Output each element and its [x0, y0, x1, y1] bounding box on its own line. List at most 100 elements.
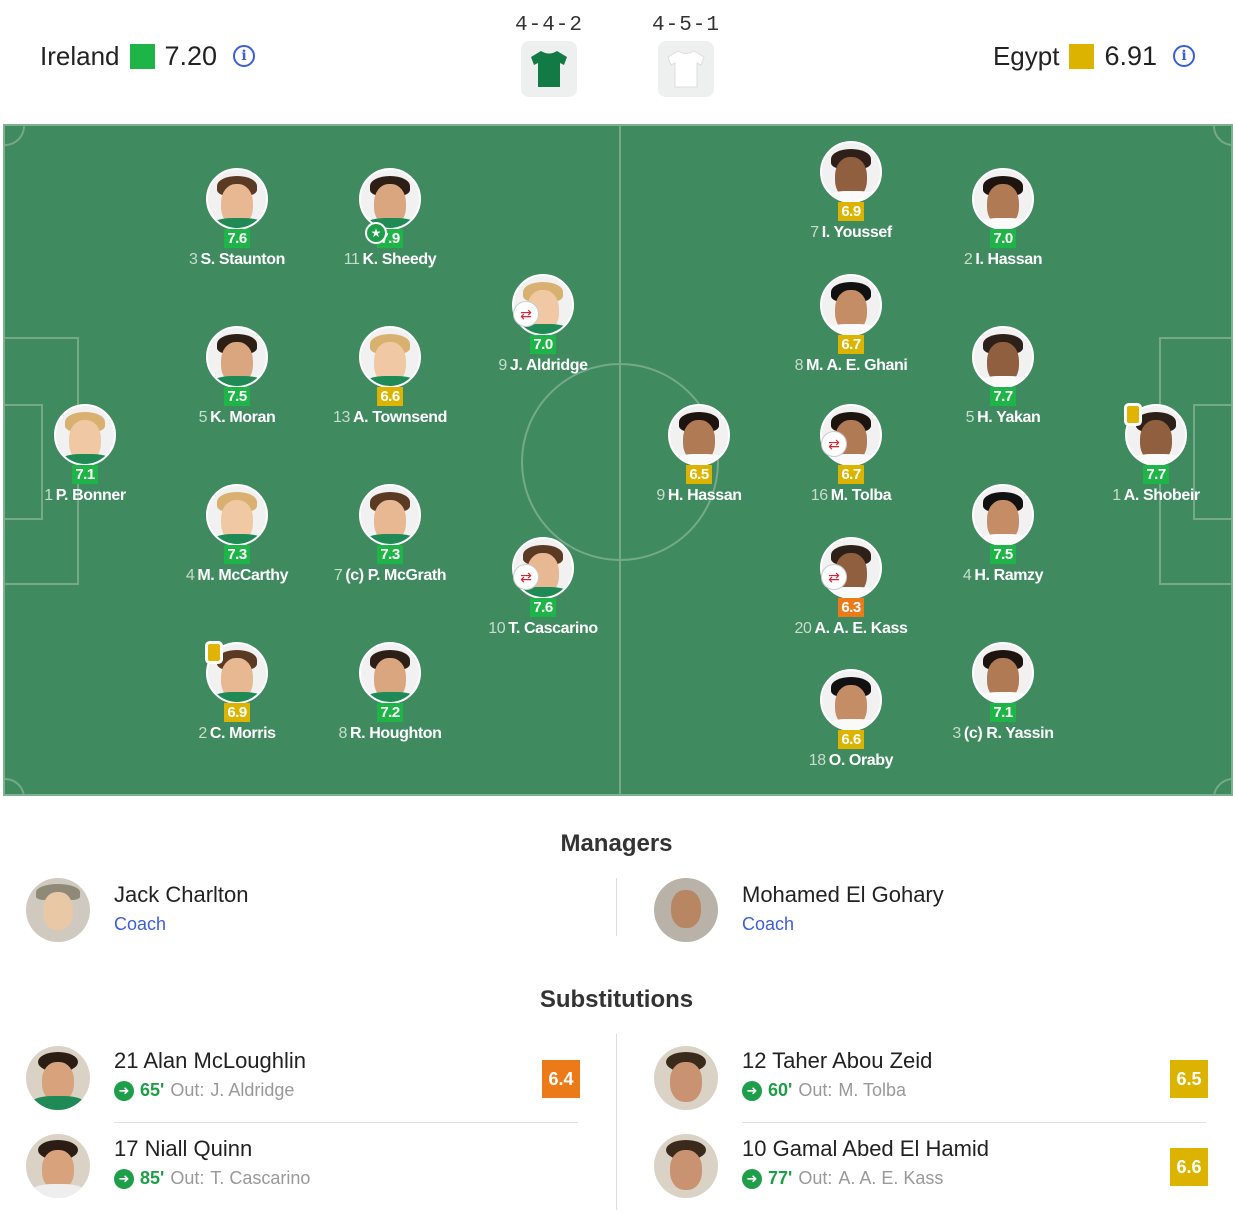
player-morris[interactable]: 6.9 2 C. Morris	[162, 642, 312, 743]
arrow-right-icon: ➜	[742, 1168, 762, 1189]
player-tolba[interactable]: ⇄ 6.7 16 M. Tolba	[776, 404, 926, 505]
player-ghani[interactable]: 6.7 8 M. A. E. Ghani	[776, 274, 926, 375]
avatar	[26, 1046, 90, 1110]
away-formation: 4-5-1	[646, 14, 726, 97]
away-rating-square	[1069, 43, 1095, 69]
manager-role: Coach	[742, 914, 795, 934]
sub-player-name: 12 Taher Abou Zeid	[742, 1048, 933, 1073]
home-shirt-icon	[521, 41, 577, 97]
player-rating: 7.6	[530, 598, 556, 617]
player-name-text: I. Youssef	[821, 224, 893, 241]
player-ihassan[interactable]: 7.0 2 I. Hassan	[928, 168, 1078, 269]
player-name: 5 H. Yakan	[928, 408, 1078, 427]
player-number: 18	[808, 752, 826, 769]
player-staunton[interactable]: 7.6 3 S. Staunton	[162, 168, 312, 269]
avatar	[206, 168, 268, 230]
player-cascarino[interactable]: ⇄ 7.6 10 T. Cascarino	[468, 537, 618, 638]
player-number: 8	[338, 725, 347, 742]
player-name: 8 R. Houghton	[315, 724, 465, 743]
player-name: 13 A. Townsend	[315, 408, 465, 427]
player-kass[interactable]: ⇄ 6.3 20 A. A. E. Kass	[776, 537, 926, 638]
away-shirt-icon	[658, 41, 714, 97]
player-mccarthy[interactable]: 7.3 4 M. McCarthy	[162, 484, 312, 585]
sub-row[interactable]: 12 Taher Abou Zeid ➜ 60' Out: M. Tolba 6…	[654, 1046, 1210, 1112]
player-rating: 6.9	[224, 703, 250, 722]
sub-out-player: M. Tolba	[838, 1080, 907, 1100]
player-ramzy[interactable]: 7.5 4 H. Ramzy	[928, 484, 1078, 585]
home-manager[interactable]: Jack Charlton Coach	[26, 878, 249, 942]
avatar	[972, 642, 1034, 704]
home-rating-square	[129, 43, 155, 69]
home-team-name: Ireland	[40, 40, 120, 71]
player-number: 4	[185, 567, 195, 584]
divider	[114, 1122, 578, 1123]
player-number: 4	[962, 567, 972, 584]
manager-name: Jack Charlton	[114, 882, 249, 907]
player-name-text: T. Cascarino	[508, 620, 598, 637]
player-name: 16 M. Tolba	[776, 486, 926, 505]
player-shobeir[interactable]: 7.7 1 A. Shobeir	[1081, 404, 1231, 505]
sub-row[interactable]: 21 Alan McLoughlin ➜ 65' Out: J. Aldridg…	[26, 1046, 582, 1112]
sub-out-player: A. A. E. Kass	[838, 1168, 944, 1188]
player-name-text: I. Hassan	[975, 251, 1043, 268]
player-name: 10 T. Cascarino	[468, 619, 618, 638]
player-number: 1	[44, 487, 53, 504]
sub-out-label: Out:	[170, 1168, 205, 1188]
away-manager[interactable]: Mohamed El Gohary Coach	[654, 878, 944, 942]
manager-role: Coach	[114, 914, 167, 934]
player-name-text: H. Hassan	[667, 487, 742, 504]
player-yassin[interactable]: 7.1 3 (c) R. Yassin	[928, 642, 1078, 743]
sub-rating: 6.4	[542, 1060, 580, 1098]
player-yakan[interactable]: 7.7 5 H. Yakan	[928, 326, 1078, 427]
player-name-text: M. A. E. Ghani	[806, 357, 908, 374]
sub-detail: ➜ 65' Out: J. Aldridge	[114, 1080, 294, 1101]
avatar	[972, 168, 1034, 230]
star-icon: ★	[365, 222, 387, 244]
player-name-text: O. Oraby	[828, 752, 894, 769]
player-name-text: H. Yakan	[977, 409, 1041, 426]
managers-title: Managers	[560, 830, 673, 857]
player-sheedy[interactable]: ★ 7.9 11 K. Sheedy	[315, 168, 465, 269]
player-rating: 6.9	[838, 202, 864, 221]
avatar	[654, 1134, 718, 1198]
avatar	[654, 1046, 718, 1110]
player-number: 3	[952, 725, 961, 742]
sub-rating: 6.6	[1170, 1148, 1208, 1186]
player-number: 9	[498, 357, 507, 374]
info-icon[interactable]: i	[1173, 45, 1195, 67]
avatar	[820, 274, 882, 336]
player-hhassan[interactable]: 6.5 9 H. Hassan	[624, 404, 774, 505]
player-name-text: A. Shobeir	[1123, 487, 1200, 504]
corner-arc-tr	[1213, 126, 1231, 146]
player-number: 9	[656, 487, 665, 504]
player-name: 8 M. A. E. Ghani	[776, 356, 926, 375]
player-name: 18 O. Oraby	[776, 751, 926, 770]
away-team-name: Egypt	[992, 40, 1060, 71]
player-bonner[interactable]: 7.1 1 P. Bonner	[10, 404, 160, 505]
player-houghton[interactable]: 7.2 8 R. Houghton	[315, 642, 465, 743]
sub-row[interactable]: 17 Niall Quinn ➜ 85' Out: T. Cascarino	[26, 1134, 582, 1200]
sub-row[interactable]: 10 Gamal Abed El Hamid ➜ 77' Out: A. A. …	[654, 1134, 1210, 1200]
player-rating: 6.7	[838, 465, 864, 484]
sub-player-name: 17 Niall Quinn	[114, 1136, 253, 1161]
player-name-text: H. Ramzy	[974, 567, 1044, 584]
player-mcgrath[interactable]: 7.3 7 (c) P. McGrath	[315, 484, 465, 585]
sub-player-name: 10 Gamal Abed El Hamid	[742, 1136, 990, 1161]
player-name-text: C. Morris	[209, 725, 276, 742]
player-moran[interactable]: 7.5 5 K. Moran	[162, 326, 312, 427]
arrow-right-icon: ➜	[114, 1168, 134, 1189]
player-number: 1	[1112, 487, 1121, 504]
player-number: 13	[333, 409, 351, 426]
player-rating: 7.1	[72, 465, 98, 484]
player-aldridge[interactable]: ⇄ 7.0 9 J. Aldridge	[468, 274, 618, 375]
player-rating: 6.3	[838, 598, 864, 617]
player-rating: 6.5	[686, 465, 712, 484]
sub-detail: ➜ 85' Out: T. Cascarino	[114, 1168, 310, 1189]
player-townsend[interactable]: 6.6 13 A. Townsend	[315, 326, 465, 427]
player-oraby[interactable]: 6.6 18 O. Oraby	[776, 669, 926, 770]
info-icon[interactable]: i	[233, 45, 256, 67]
corner-arc-tl	[5, 126, 25, 146]
swap-icon: ⇄	[513, 564, 539, 590]
player-youssef[interactable]: 6.9 7 I. Youssef	[776, 141, 926, 242]
arrow-right-icon: ➜	[114, 1080, 134, 1101]
